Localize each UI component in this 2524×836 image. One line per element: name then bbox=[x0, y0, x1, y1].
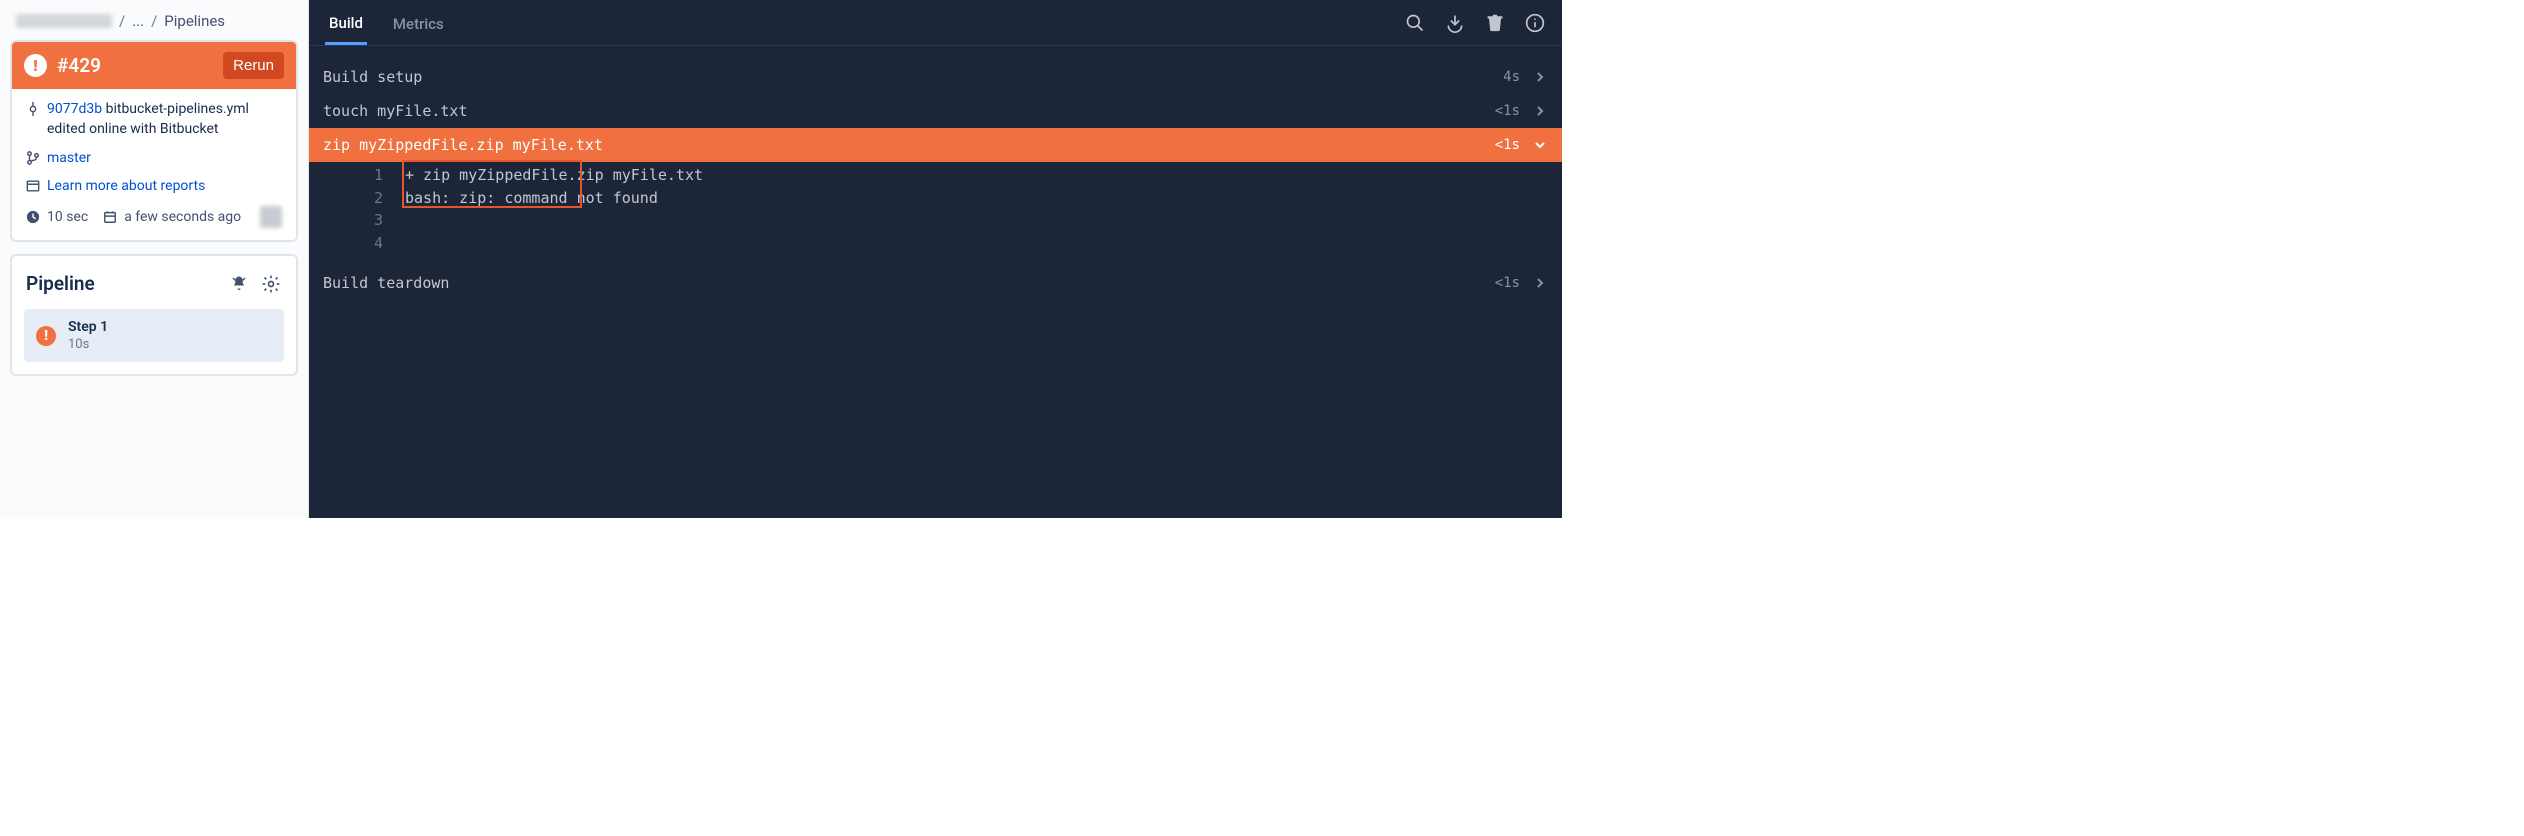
log-row-failed[interactable]: zip myZippedFile.zip myFile.txt <1s bbox=[309, 128, 1562, 162]
log-output-line: 2bash: zip: command not found bbox=[309, 187, 1562, 210]
chevron-right-icon bbox=[1534, 277, 1546, 289]
breadcrumb-sep: / bbox=[151, 12, 157, 30]
commit-row: 9077d3b bitbucket-pipelines.yml edited o… bbox=[26, 99, 282, 140]
log-duration: <1s bbox=[1495, 137, 1520, 153]
run-number: #429 bbox=[57, 54, 213, 77]
log-body: Build setup 4s touch myFile.txt <1s zip … bbox=[309, 46, 1562, 300]
pipeline-step[interactable]: ! Step 1 10s bbox=[24, 309, 284, 362]
breadcrumb-project-redacted[interactable] bbox=[16, 14, 112, 28]
run-header: ! #429 Rerun bbox=[12, 42, 296, 89]
chevron-right-icon bbox=[1534, 71, 1546, 83]
log-duration: <1s bbox=[1495, 275, 1520, 291]
trash-icon[interactable] bbox=[1484, 12, 1506, 34]
breadcrumb-ellipsis[interactable]: ... bbox=[132, 12, 144, 30]
log-command: Build teardown bbox=[323, 274, 1495, 292]
tab-build[interactable]: Build bbox=[325, 2, 367, 45]
commit-icon bbox=[26, 102, 40, 116]
relative-time: a few seconds ago bbox=[124, 209, 241, 225]
search-icon[interactable] bbox=[1404, 12, 1426, 34]
log-command: zip myZippedFile.zip myFile.txt bbox=[323, 136, 1495, 154]
pipeline-header: Pipeline bbox=[24, 268, 284, 309]
clock-icon bbox=[26, 210, 40, 224]
info-icon[interactable] bbox=[1524, 12, 1546, 34]
branch-icon bbox=[26, 151, 40, 165]
log-output: 1+ zip myZippedFile.zip myFile.txt 2bash… bbox=[309, 162, 1562, 260]
branch-link[interactable]: master bbox=[47, 148, 91, 168]
tab-metrics[interactable]: Metrics bbox=[389, 3, 448, 43]
log-output-text: + zip myZippedFile.zip myFile.txt bbox=[405, 164, 703, 187]
commit-hash-link[interactable]: 9077d3b bbox=[47, 101, 102, 117]
breadcrumb: / ... / Pipelines bbox=[10, 12, 298, 40]
status-failed-icon: ! bbox=[24, 54, 47, 77]
step-name: Step 1 bbox=[68, 319, 108, 335]
reports-row: Learn more about reports bbox=[26, 176, 282, 196]
step-failed-icon: ! bbox=[36, 326, 56, 346]
log-output-text: bash: zip: command not found bbox=[405, 187, 658, 210]
pipeline-card: Pipeline ! Step 1 10s bbox=[10, 254, 298, 376]
log-row[interactable]: Build teardown <1s bbox=[309, 266, 1562, 300]
log-command: touch myFile.txt bbox=[323, 102, 1495, 120]
branch-row: master bbox=[26, 148, 282, 168]
log-row[interactable]: touch myFile.txt <1s bbox=[309, 94, 1562, 128]
log-command: Build setup bbox=[323, 68, 1503, 86]
calendar-icon bbox=[103, 210, 117, 224]
console-panel: Build Metrics Build setup 4s touch myFil… bbox=[309, 0, 1562, 518]
log-duration: 4s bbox=[1503, 69, 1520, 85]
run-card: ! #429 Rerun 9077d3b bitbucket-pipelines… bbox=[10, 40, 298, 242]
log-duration: <1s bbox=[1495, 103, 1520, 119]
sidebar: / ... / Pipelines ! #429 Rerun 9077d3b b… bbox=[0, 0, 309, 518]
duration-value: 10 sec bbox=[47, 209, 88, 225]
console-tabs-bar: Build Metrics bbox=[309, 0, 1562, 46]
log-row[interactable]: Build setup 4s bbox=[309, 60, 1562, 94]
notifications-icon[interactable] bbox=[228, 273, 250, 295]
log-output-line: 3 bbox=[309, 209, 1562, 232]
report-icon bbox=[26, 179, 40, 193]
log-output-line: 4 bbox=[309, 232, 1562, 255]
download-icon[interactable] bbox=[1444, 12, 1466, 34]
breadcrumb-current[interactable]: Pipelines bbox=[164, 12, 225, 30]
gear-icon[interactable] bbox=[260, 273, 282, 295]
step-duration: 10s bbox=[68, 337, 108, 352]
meta-row: 10 sec a few seconds ago bbox=[26, 206, 282, 228]
rerun-button[interactable]: Rerun bbox=[223, 52, 284, 79]
chevron-down-icon bbox=[1534, 139, 1546, 151]
pipeline-title: Pipeline bbox=[26, 272, 95, 295]
breadcrumb-sep: / bbox=[119, 12, 125, 30]
chevron-right-icon bbox=[1534, 105, 1546, 117]
run-body: 9077d3b bitbucket-pipelines.yml edited o… bbox=[12, 89, 296, 240]
reports-link[interactable]: Learn more about reports bbox=[47, 176, 205, 196]
log-output-line: 1+ zip myZippedFile.zip myFile.txt bbox=[309, 164, 1562, 187]
avatar[interactable] bbox=[260, 206, 282, 228]
